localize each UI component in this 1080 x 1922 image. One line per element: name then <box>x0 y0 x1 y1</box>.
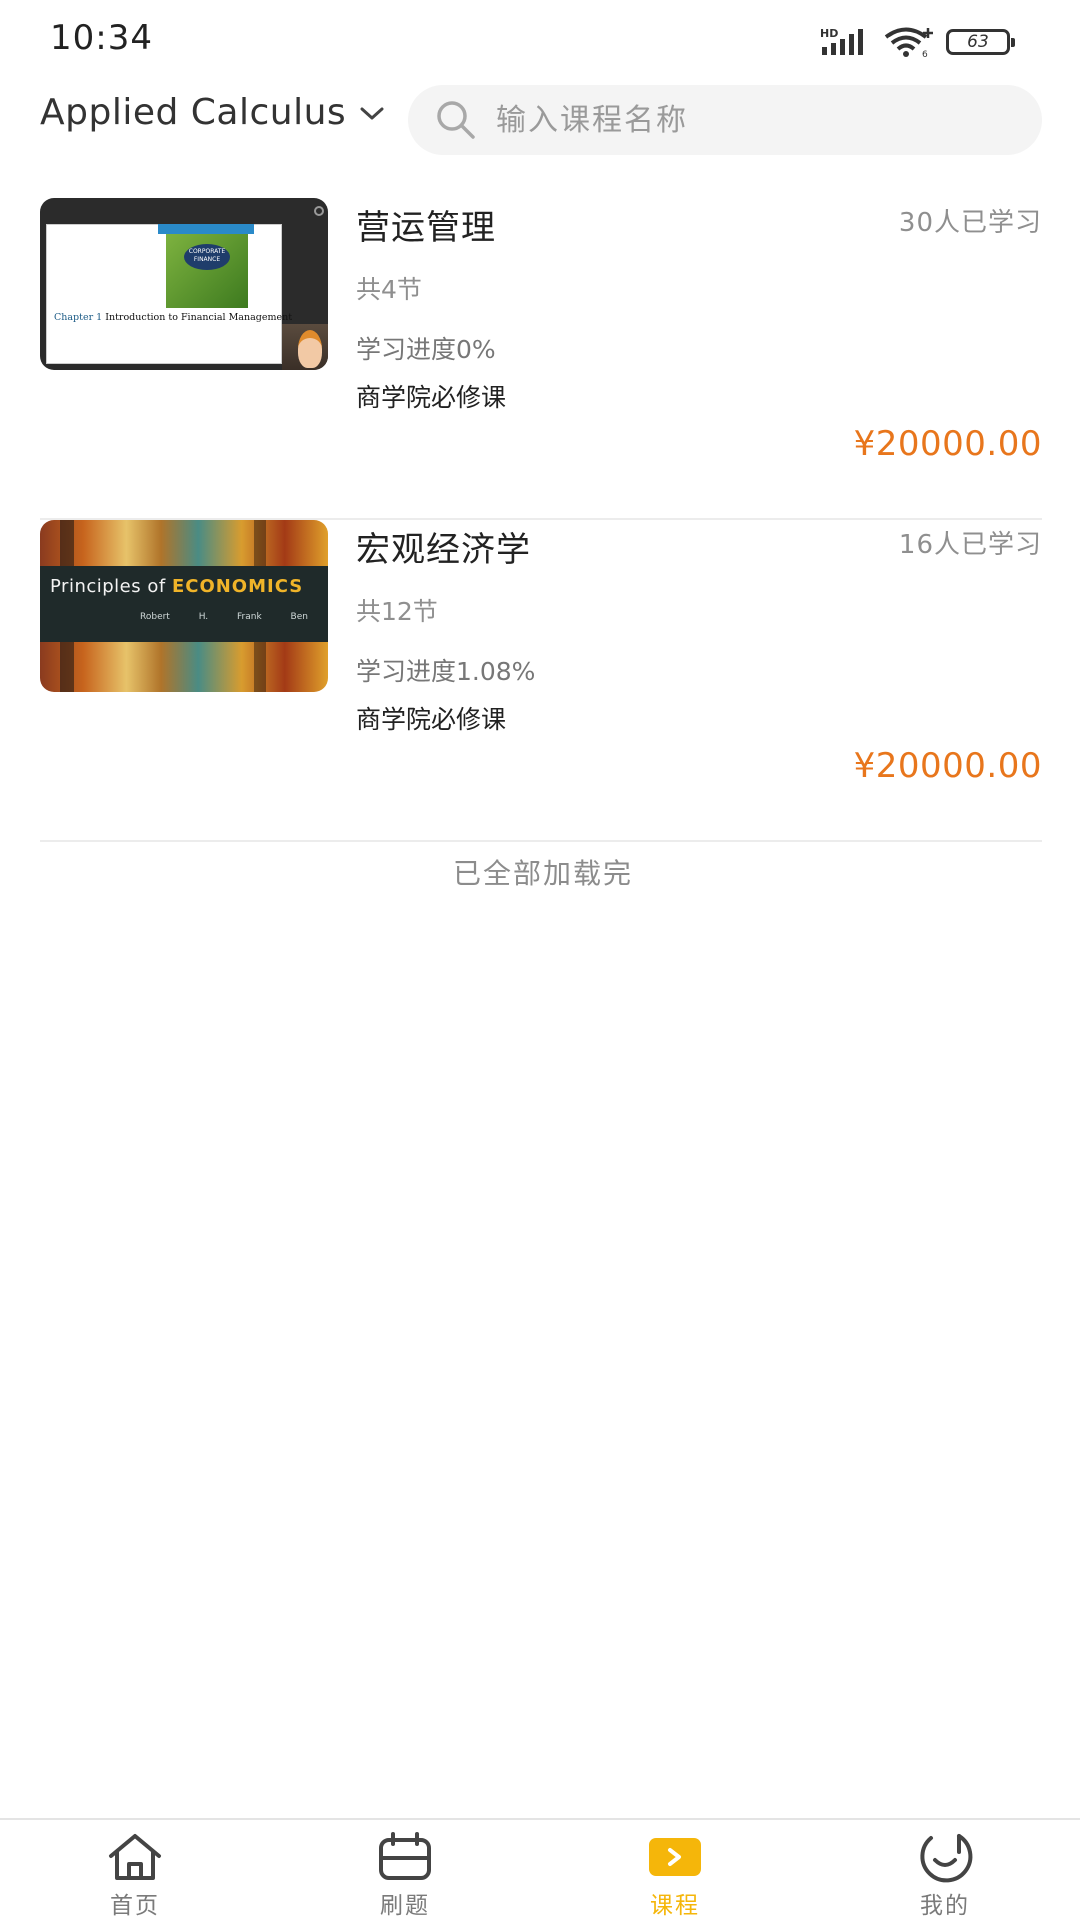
course-title: 宏观经济学 <box>356 530 531 570</box>
book-cover-image: CORPORATE FINANCE <box>166 234 248 308</box>
search-box[interactable] <box>408 85 1042 155</box>
practice-icon <box>379 1832 431 1880</box>
status-icons: HD 6 63 <box>820 24 1015 60</box>
nav-item-home[interactable]: 首页 <box>0 1820 270 1922</box>
lesson-count: 共4节 <box>356 275 422 304</box>
home-icon <box>109 1834 161 1880</box>
course-icon <box>649 1838 701 1876</box>
svg-text:6: 6 <box>922 50 928 58</box>
cover-title-prefix: Principles of <box>50 576 166 597</box>
nav-label: 首页 <box>110 1893 160 1919</box>
cover-title: Principles of ECONOMICS <box>50 576 303 597</box>
course-list: CORPORATE FINANCE Chapter 1 Introduction… <box>40 198 1042 842</box>
course-card[interactable]: Principles of ECONOMICS Robert H. Frank … <box>40 520 1042 842</box>
nav-item-course[interactable]: 课程 <box>540 1820 810 1922</box>
course-tag: 商学院必修课 <box>356 705 507 734</box>
header: Applied Calculus <box>0 82 1080 158</box>
search-icon <box>437 101 475 139</box>
list-end-message: 已全部加载完 <box>452 857 633 890</box>
book-cover-title: CORPORATE FINANCE <box>184 244 230 270</box>
course-title: 营运管理 <box>356 208 496 248</box>
presenter-face <box>298 330 322 368</box>
profile-icon <box>920 1834 973 1883</box>
nav-label: 刷题 <box>380 1893 430 1919</box>
course-price: ¥20000.00 <box>853 746 1042 786</box>
cover-title-emphasis: ECONOMICS <box>171 576 304 597</box>
slide-chapter-title: Introduction to Financial Management <box>105 312 293 323</box>
course-thumbnail: Principles of ECONOMICS Robert H. Frank … <box>40 520 328 692</box>
status-bar: 10:34 HD 6 63 <box>0 0 1080 80</box>
course-tag: 商学院必修课 <box>356 383 507 412</box>
wifi-icon: 6 <box>884 27 933 58</box>
battery-level: 63 <box>967 32 989 52</box>
course-selector-label: Applied Calculus <box>40 92 347 133</box>
cover-authors: Robert H. Frank Ben S. Bernanke <box>140 612 328 622</box>
learner-count: 30人已学习 <box>898 208 1042 238</box>
record-icon <box>314 206 324 216</box>
chevron-down-icon <box>360 107 384 119</box>
lesson-count: 共12节 <box>356 597 438 626</box>
bottom-nav: 首页 刷题 课程 我的 <box>0 1818 1080 1922</box>
nav-item-profile[interactable]: 我的 <box>810 1820 1080 1922</box>
slide-accent-bar <box>158 224 254 234</box>
nav-label: 课程 <box>650 1893 700 1919</box>
course-card[interactable]: CORPORATE FINANCE Chapter 1 Introduction… <box>40 198 1042 520</box>
slide-chapter-label: Chapter 1 <box>54 312 103 323</box>
network-label: HD <box>820 27 838 40</box>
nav-label: 我的 <box>920 1893 970 1919</box>
course-thumbnail: CORPORATE FINANCE Chapter 1 Introduction… <box>40 198 328 370</box>
cover-title-band: Principles of ECONOMICS Robert H. Frank … <box>40 566 328 642</box>
slide-chapter-text: Chapter 1 Introduction to Financial Mana… <box>54 312 292 323</box>
nav-item-practice[interactable]: 刷题 <box>270 1820 540 1922</box>
study-progress: 学习进度0% <box>356 335 496 364</box>
battery-indicator: 63 <box>946 29 1015 55</box>
learner-count: 16人已学习 <box>898 530 1042 560</box>
course-selector[interactable]: Applied Calculus <box>40 92 386 133</box>
search-input[interactable] <box>494 101 1018 139</box>
study-progress: 学习进度1.08% <box>356 657 536 686</box>
presenter-video <box>282 324 328 370</box>
signal-icon: HD <box>820 27 863 55</box>
course-price: ¥20000.00 <box>853 424 1042 464</box>
status-time: 10:34 <box>50 18 153 58</box>
